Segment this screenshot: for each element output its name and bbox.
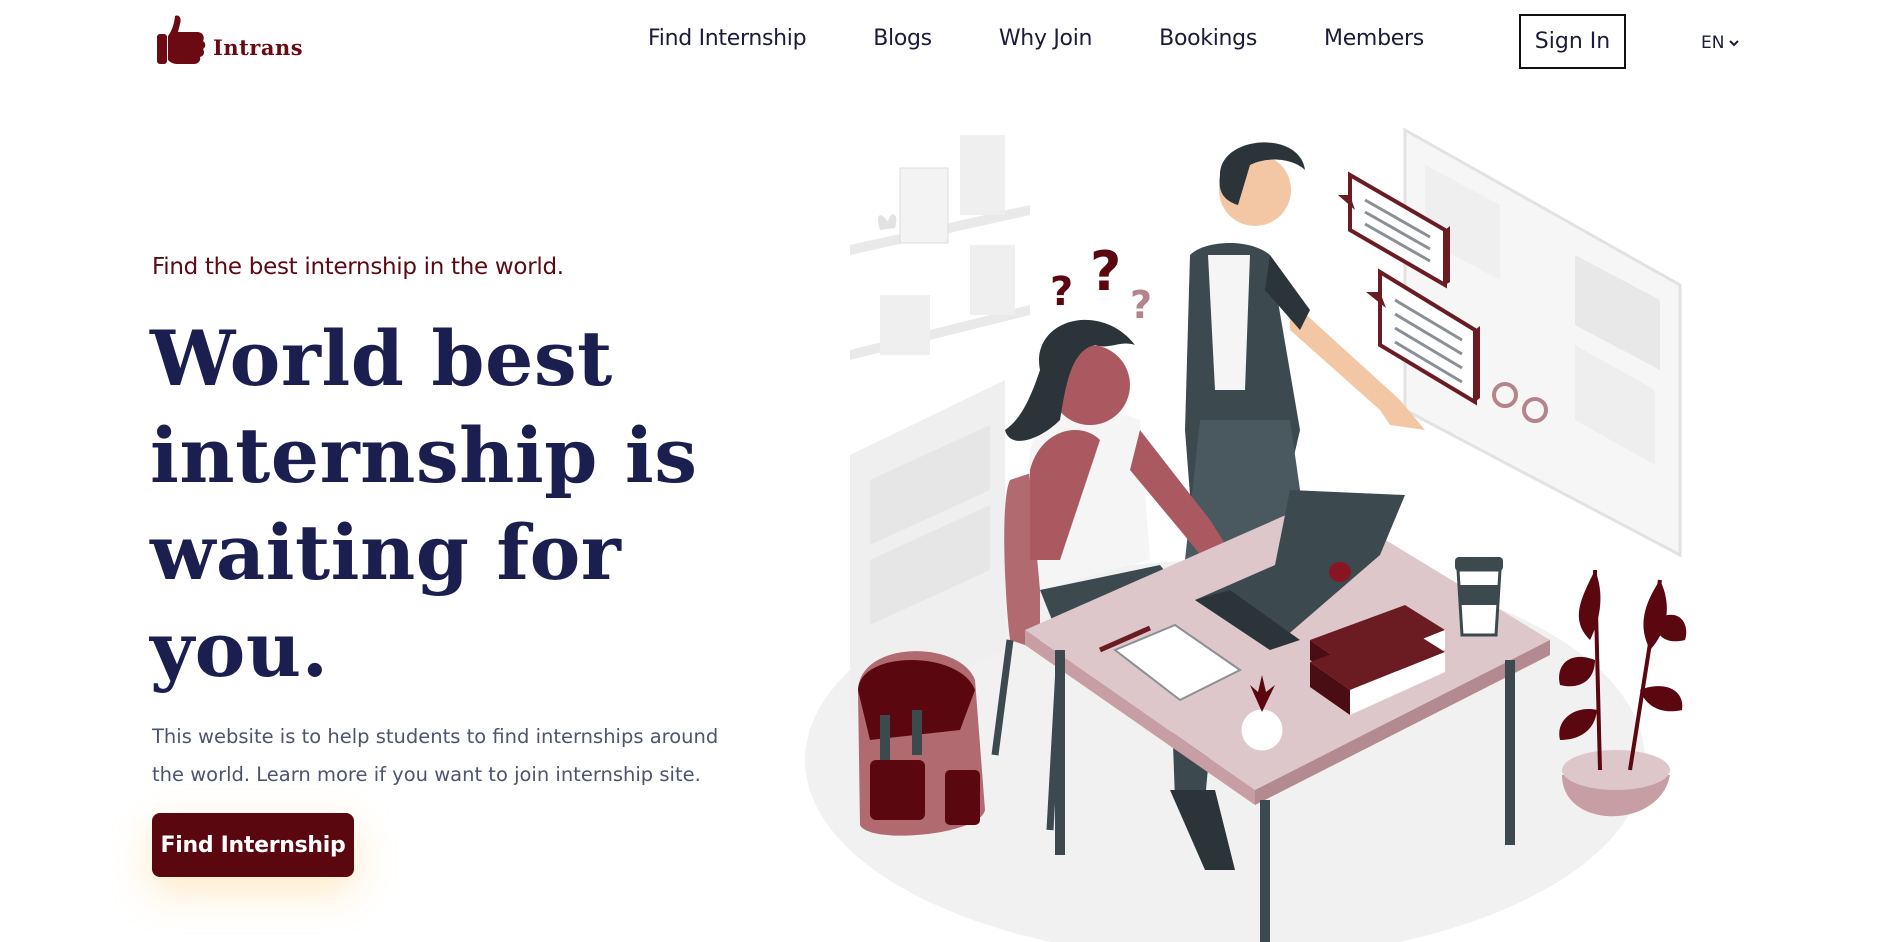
svg-text:?: ? <box>1130 283 1152 327</box>
nav-why-join[interactable]: Why Join <box>999 26 1093 51</box>
nav-bookings[interactable]: Bookings <box>1159 26 1257 51</box>
sign-in-button[interactable]: Sign In <box>1519 14 1626 69</box>
svg-text:?: ? <box>1050 269 1073 315</box>
main-menu: Find Internship Blogs Why Join Bookings … <box>648 26 1491 51</box>
hero-headline: World best internship is waiting for you… <box>150 314 698 694</box>
nav-find-internship[interactable]: Find Internship <box>648 26 807 51</box>
find-internship-button[interactable]: Find Internship <box>152 813 354 877</box>
hero-eyebrow: Find the best internship in the world. <box>152 254 564 280</box>
brand-name: Intrans <box>213 34 304 60</box>
chevron-down-icon <box>1729 40 1740 47</box>
hero-description: This website is to help students to find… <box>152 725 719 786</box>
language-label: EN <box>1701 33 1725 53</box>
top-navbar: Intrans Find Internship Blogs Why Join B… <box>0 0 1901 86</box>
brand-logo[interactable]: Intrans <box>155 10 330 70</box>
office-illustration-icon: ? ? ? <box>805 127 1687 942</box>
svg-text:?: ? <box>1090 240 1121 303</box>
nav-blogs[interactable]: Blogs <box>873 26 932 51</box>
language-selector[interactable]: EN <box>1701 33 1740 53</box>
nav-members[interactable]: Members <box>1324 26 1424 51</box>
thumbs-up-icon <box>157 15 206 65</box>
